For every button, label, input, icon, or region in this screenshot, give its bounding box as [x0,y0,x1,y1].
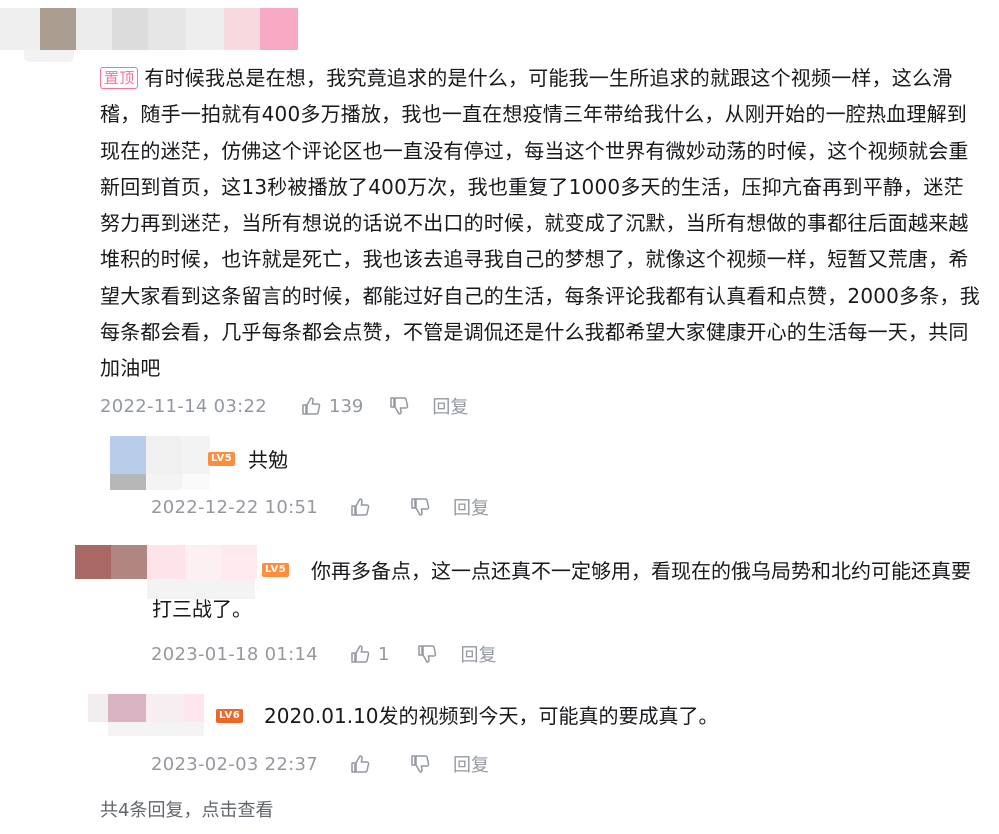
reply-meta: 2022-12-22 10:51 回复 [151,494,489,520]
comment-content: 有时候我总是在想，我究竟追求的是什么，可能我一生所追求的就跟这个视频一样，这么滑… [100,66,980,381]
reply-button[interactable]: 回复 [432,393,468,419]
avatar-fragment [24,50,74,62]
thumbs-up-icon[interactable] [301,396,321,416]
comment-like-count: 139 [329,395,364,417]
reply-date: 2023-01-18 01:14 [151,643,319,665]
comment-date: 2022-11-14 03:22 [100,395,268,417]
reply-button[interactable]: 回复 [460,641,496,667]
reply-text: 你再多备点，这一点还真不一定够用，看现在的俄乌局势和北约可能还真要打三战了。 [152,559,971,621]
thumbs-down-icon[interactable] [410,754,430,774]
reply-text: 2020.01.10发的视频到今天，可能真的要成真了。 [264,704,719,728]
thumbs-down-icon[interactable] [410,497,430,517]
comment-meta: 2022-11-14 03:22 139 回复 [100,393,468,419]
thumbs-up-icon[interactable] [350,754,370,774]
reply-like-count: 1 [378,643,390,665]
commenter-name-mosaic [0,8,298,50]
reply-user-mosaic [110,436,210,490]
thumbs-up-icon[interactable] [350,497,370,517]
reply-date: 2023-02-03 22:37 [151,753,319,775]
reply-meta: 2023-02-03 22:37 回复 [151,751,489,777]
level-badge: LV6 [216,709,244,723]
thumbs-up-icon[interactable] [350,644,370,664]
comment-text: 置顶 有时候我总是在想，我究竟追求的是什么，可能我一生所追求的就跟这个视频一样，这… [100,60,980,387]
reply-text: 共勉 [248,448,288,472]
view-all-replies-link[interactable]: 共4条回复，点击查看 [100,796,273,822]
reply-user-mosaic [88,694,204,736]
reply-button[interactable]: 回复 [453,751,489,777]
level-badge: LV5 [208,452,236,466]
reply-meta: 2023-01-18 01:14 1 回复 [151,641,496,667]
thumbs-down-icon[interactable] [389,396,409,416]
reply-button[interactable]: 回复 [453,494,489,520]
thumbs-down-icon[interactable] [417,644,437,664]
reply-date: 2022-12-22 10:51 [151,496,319,518]
pinned-badge: 置顶 [100,67,139,89]
